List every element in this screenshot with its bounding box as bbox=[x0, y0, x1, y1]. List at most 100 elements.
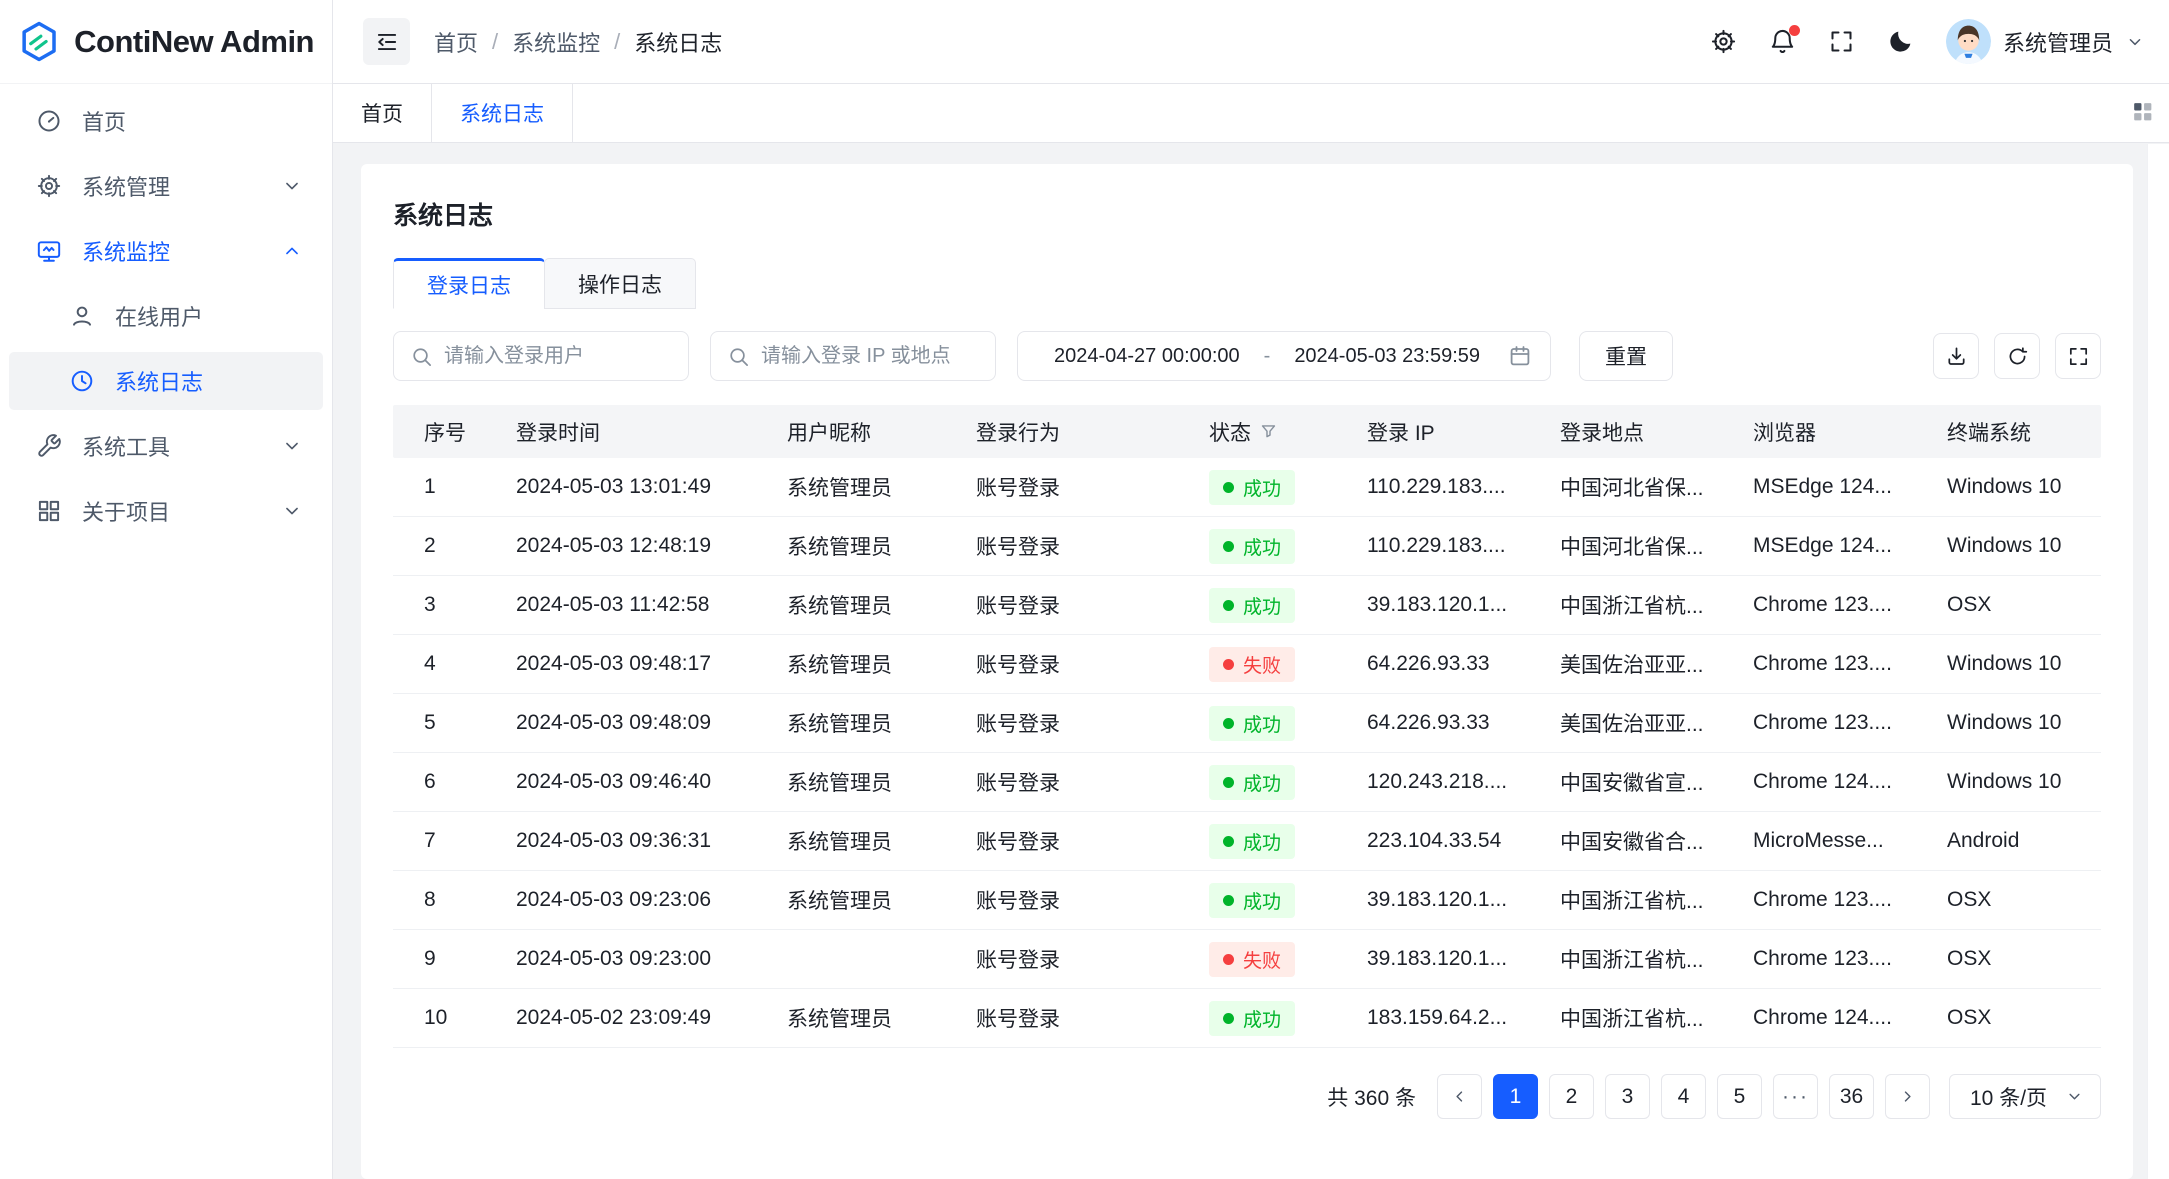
tab-系统日志[interactable]: 系统日志 bbox=[432, 84, 573, 142]
sidebar-collapse-button[interactable] bbox=[363, 18, 410, 65]
table-row: 42024-05-03 09:48:17系统管理员账号登录失败64.226.93… bbox=[393, 635, 2101, 694]
table-row: 82024-05-03 09:23:06系统管理员账号登录成功39.183.12… bbox=[393, 871, 2101, 930]
location-cell: 中国河北省保... bbox=[1560, 472, 1753, 502]
pagination-page-1[interactable]: 1 bbox=[1493, 1074, 1538, 1119]
pagination-total: 共 360 条 bbox=[1327, 1082, 1416, 1112]
time-cell: 2024-05-03 09:48:17 bbox=[516, 652, 787, 676]
tabbar: 首页系统日志 bbox=[333, 84, 2169, 143]
chevron-down-icon bbox=[281, 175, 303, 197]
breadcrumb-item[interactable]: 系统监控 bbox=[512, 26, 600, 58]
notification-badge bbox=[1789, 25, 1800, 36]
os-cell: Windows 10 bbox=[1947, 711, 2101, 735]
pagination-next-button[interactable] bbox=[1885, 1074, 1930, 1119]
date-range-picker[interactable]: 2024-04-27 00:00:00 - 2024-05-03 23:59:5… bbox=[1017, 331, 1551, 381]
status-badge: 成功 bbox=[1209, 529, 1295, 564]
download-button[interactable] bbox=[1933, 333, 1979, 379]
sidebar-item-online-users[interactable]: 在线用户 bbox=[9, 287, 323, 345]
sidebar-item-system-logs[interactable]: 系统日志 bbox=[9, 352, 323, 410]
nickname-cell: 系统管理员 bbox=[787, 885, 976, 915]
sidebar-menu: 首页系统管理系统监控在线用户系统日志系统工具关于项目 bbox=[0, 84, 332, 555]
notifications-button[interactable] bbox=[1769, 28, 1796, 55]
time-cell: 2024-05-03 11:42:58 bbox=[516, 593, 787, 617]
settings-button[interactable] bbox=[1710, 28, 1737, 55]
scrollbar[interactable] bbox=[2147, 144, 2169, 1179]
dashboard-icon bbox=[36, 108, 62, 134]
location-cell: 美国佐治亚亚... bbox=[1560, 649, 1753, 679]
action-cell: 账号登录 bbox=[976, 531, 1209, 561]
user-menu[interactable]: 系统管理员 bbox=[1946, 19, 2145, 64]
download-icon bbox=[1945, 345, 1968, 368]
status-cell: 成功 bbox=[1209, 588, 1367, 623]
pagination-page-5[interactable]: 5 bbox=[1717, 1074, 1762, 1119]
os-cell: OSX bbox=[1947, 1006, 2101, 1030]
brand-name: ContiNew Admin bbox=[74, 24, 314, 60]
sidebar-item-label: 系统管理 bbox=[82, 170, 170, 202]
tab-list-button[interactable] bbox=[2130, 99, 2155, 127]
monitor-icon bbox=[36, 238, 62, 264]
index-cell: 4 bbox=[424, 652, 516, 676]
nickname-cell: 系统管理员 bbox=[787, 767, 976, 797]
table-fullscreen-button[interactable] bbox=[2055, 333, 2101, 379]
ip-cell: 183.159.64.2... bbox=[1367, 1006, 1560, 1030]
refresh-button[interactable] bbox=[1994, 333, 2040, 379]
ip-cell: 39.183.120.1... bbox=[1367, 947, 1560, 971]
sidebar-item-label: 首页 bbox=[82, 105, 126, 137]
wrench-icon bbox=[36, 433, 62, 459]
os-cell: Android bbox=[1947, 829, 2101, 853]
sidebar-item-label: 系统工具 bbox=[82, 430, 170, 462]
status-dot-icon bbox=[1223, 600, 1234, 611]
status-badge: 成功 bbox=[1209, 765, 1295, 800]
location-cell: 美国佐治亚亚... bbox=[1560, 708, 1753, 738]
pagination-page-3[interactable]: 3 bbox=[1605, 1074, 1650, 1119]
status-cell: 成功 bbox=[1209, 529, 1367, 564]
log-tab-操作日志[interactable]: 操作日志 bbox=[544, 258, 696, 309]
nickname-cell: 系统管理员 bbox=[787, 649, 976, 679]
tab-首页[interactable]: 首页 bbox=[333, 84, 432, 142]
nickname-cell: 系统管理员 bbox=[787, 472, 976, 502]
sidebar-item-home[interactable]: 首页 bbox=[9, 92, 323, 150]
os-cell: Windows 10 bbox=[1947, 475, 2101, 499]
page-size-select[interactable]: 10 条/页 bbox=[1949, 1074, 2101, 1119]
index-cell: 8 bbox=[424, 888, 516, 912]
sidebar-item-about-project[interactable]: 关于项目 bbox=[9, 482, 323, 540]
pagination-prev-button[interactable] bbox=[1437, 1074, 1482, 1119]
sidebar-item-system-monitor[interactable]: 系统监控 bbox=[9, 222, 323, 280]
chevron-down-icon bbox=[2125, 32, 2145, 52]
column-header: 用户昵称 bbox=[787, 417, 976, 447]
sidebar-item-system-tools[interactable]: 系统工具 bbox=[9, 417, 323, 475]
log-tab-登录日志[interactable]: 登录日志 bbox=[393, 258, 545, 309]
fullscreen-icon bbox=[1828, 28, 1855, 55]
fullscreen-button[interactable] bbox=[1828, 28, 1855, 55]
search-icon bbox=[727, 345, 750, 368]
location-cell: 中国安徽省合... bbox=[1560, 826, 1753, 856]
pagination: 共 360 条 12345···36 10 条/页 bbox=[393, 1074, 2101, 1119]
index-cell: 3 bbox=[424, 593, 516, 617]
breadcrumb-item[interactable]: 系统日志 bbox=[634, 26, 722, 58]
status-badge: 失败 bbox=[1209, 647, 1295, 682]
time-cell: 2024-05-03 09:23:00 bbox=[516, 947, 787, 971]
index-cell: 1 bbox=[424, 475, 516, 499]
pagination-page-4[interactable]: 4 bbox=[1661, 1074, 1706, 1119]
pagination-page-36[interactable]: 36 bbox=[1829, 1074, 1874, 1119]
os-cell: Windows 10 bbox=[1947, 652, 2101, 676]
status-cell: 成功 bbox=[1209, 470, 1367, 505]
breadcrumb-item[interactable]: 首页 bbox=[434, 26, 478, 58]
gear-icon bbox=[36, 173, 62, 199]
status-badge: 成功 bbox=[1209, 1001, 1295, 1036]
sidebar-item-system-management[interactable]: 系统管理 bbox=[9, 157, 323, 215]
reset-button[interactable]: 重置 bbox=[1579, 331, 1673, 381]
login-ip-input[interactable] bbox=[761, 345, 979, 368]
login-user-input[interactable] bbox=[444, 345, 672, 368]
theme-toggle-button[interactable] bbox=[1887, 28, 1914, 55]
main-area: 首页/系统监控/系统日志 bbox=[333, 0, 2169, 1179]
action-cell: 账号登录 bbox=[976, 649, 1209, 679]
browser-cell: Chrome 124.... bbox=[1753, 770, 1947, 794]
pagination-page-2[interactable]: 2 bbox=[1549, 1074, 1594, 1119]
pagination-ellipsis[interactable]: ··· bbox=[1773, 1074, 1818, 1119]
action-cell: 账号登录 bbox=[976, 590, 1209, 620]
column-header: 序号 bbox=[424, 417, 516, 447]
index-cell: 7 bbox=[424, 829, 516, 853]
location-cell: 中国安徽省宣... bbox=[1560, 767, 1753, 797]
nickname-cell: 系统管理员 bbox=[787, 590, 976, 620]
status-cell: 失败 bbox=[1209, 942, 1367, 977]
